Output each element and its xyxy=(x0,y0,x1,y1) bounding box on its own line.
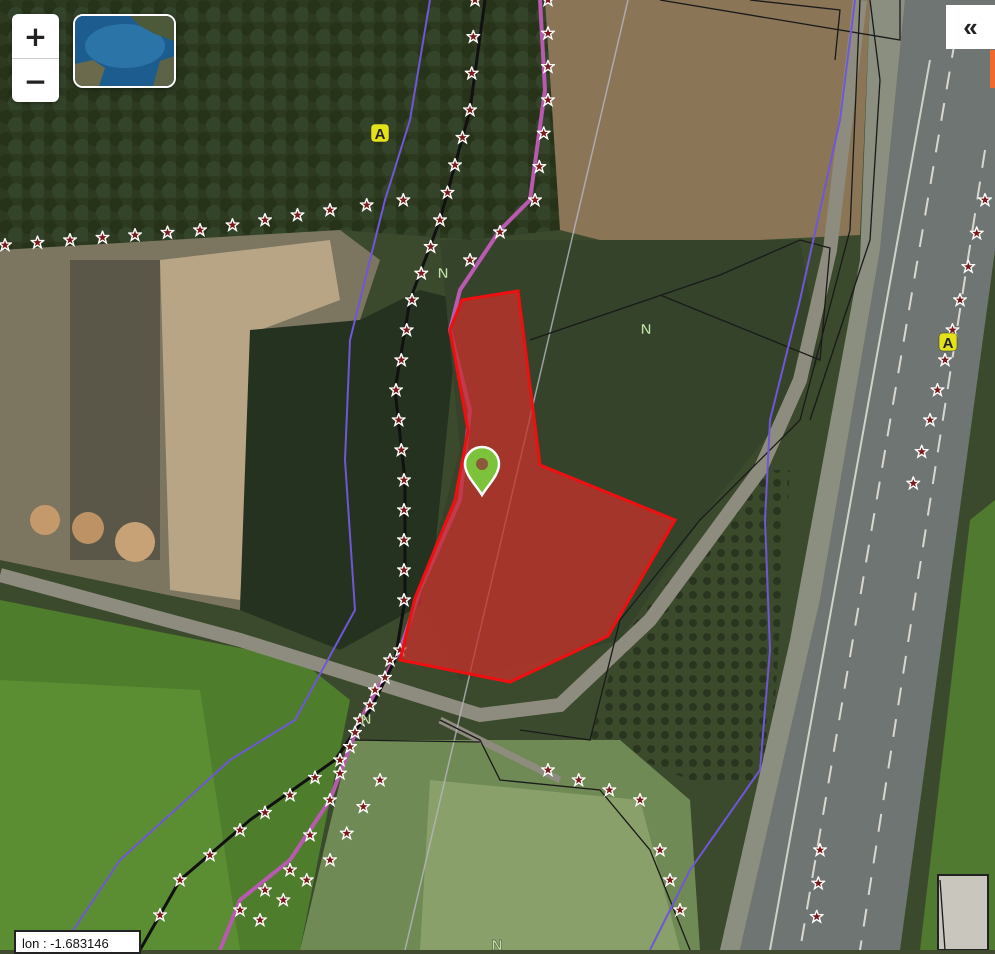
zone-label-A: A xyxy=(943,335,954,352)
map-view[interactable]: A N N A N N xyxy=(0,0,995,950)
zoom-control: + − xyxy=(12,14,59,102)
minimap-image xyxy=(75,16,174,86)
collapse-panel-button[interactable]: « xyxy=(946,5,995,49)
zoom-in-button[interactable]: + xyxy=(12,14,59,58)
basemap-switcher-thumbnail[interactable] xyxy=(73,14,176,88)
zone-label-N: N xyxy=(361,711,372,728)
panel-edge xyxy=(990,50,995,88)
coordinate-readout: lon : -1.683146 xyxy=(14,930,141,954)
zone-label-N: N xyxy=(492,937,503,950)
zone-label-N: N xyxy=(641,321,652,338)
zone-label-N: N xyxy=(438,265,449,282)
zone-label-A: A xyxy=(375,126,386,143)
zoom-out-button[interactable]: − xyxy=(12,58,59,102)
